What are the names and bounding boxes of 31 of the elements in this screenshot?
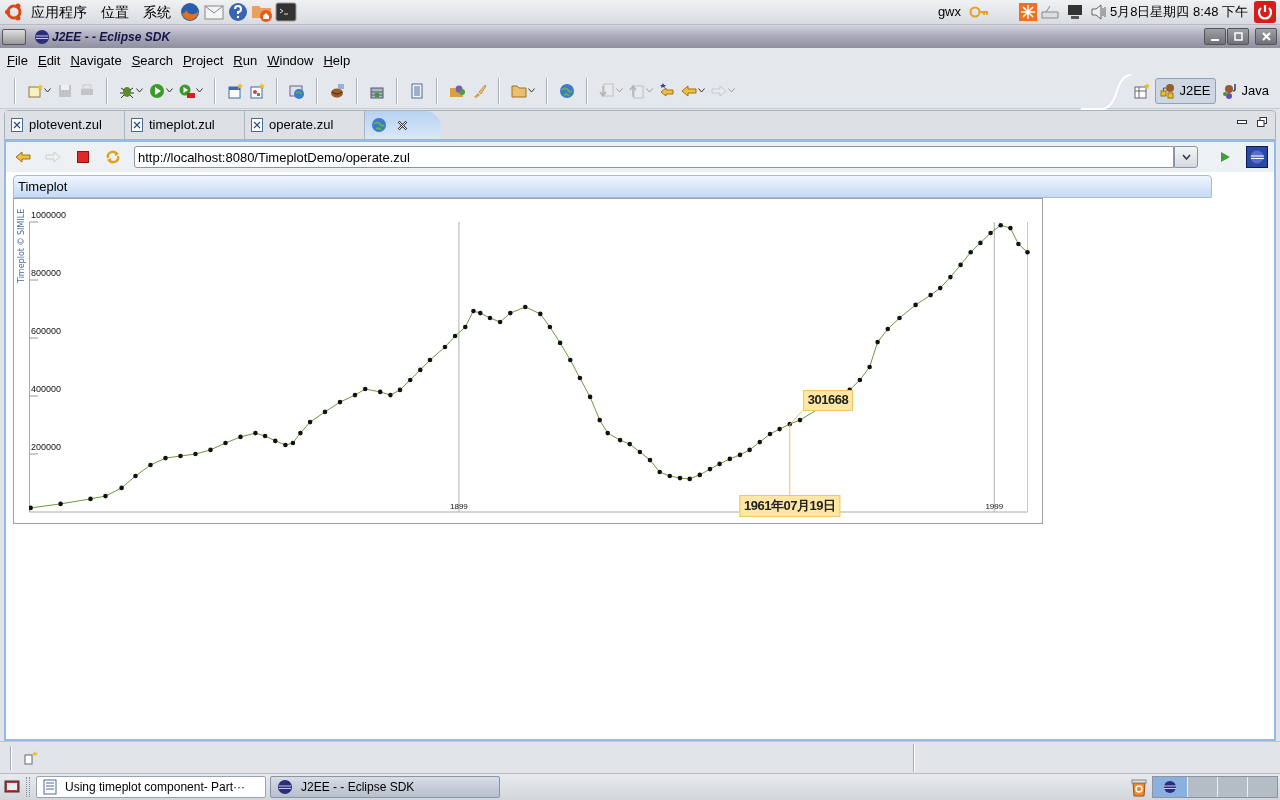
x-tick-label: 1899 xyxy=(450,502,468,511)
menu-item[interactable]: Window xyxy=(263,50,318,71)
taskbar-button[interactable]: J2EE - - Eclipse SDK xyxy=(270,776,500,798)
address-field[interactable]: http://localhost:8080/TimeplotDemo/operate.zul xyxy=(134,146,1174,168)
menu-item[interactable]: Edit xyxy=(33,50,65,71)
window-title: J2EE - - Eclipse SDK xyxy=(52,28,171,46)
panel-menu-item[interactable]: 系统 xyxy=(136,1,178,23)
y-tick-label: 200000 xyxy=(31,442,62,452)
menu-item[interactable]: Navigate xyxy=(66,50,126,71)
panel-header: Timeplot xyxy=(13,175,1212,198)
clock[interactable]: 5月8日星期四 8:48 下午 xyxy=(1110,2,1248,22)
menu-item[interactable]: Help xyxy=(319,50,355,71)
perspective-button[interactable]: Java xyxy=(1217,77,1274,104)
menu-item[interactable]: Search xyxy=(127,50,177,71)
panel-menu-item[interactable]: 应用程序 xyxy=(24,1,94,23)
x-tick-label: 1999 xyxy=(985,502,1004,511)
panel-menu-item[interactable]: 位置 xyxy=(94,1,136,23)
menu-item[interactable]: Run xyxy=(229,50,262,71)
y-tick-label: 600000 xyxy=(31,326,62,336)
date-tooltip: 1961年07月19日 xyxy=(739,495,841,517)
menu-item[interactable]: File xyxy=(3,50,32,71)
perspective-button[interactable]: J2EE xyxy=(1155,77,1216,104)
taskbar-button[interactable]: Using timeplot component- Part··· xyxy=(36,776,266,798)
user-name: gwx xyxy=(937,3,961,22)
y-tick-label: 800000 xyxy=(31,268,62,278)
menu-item[interactable]: Project xyxy=(178,50,228,71)
value-tooltip: 301668 xyxy=(802,389,854,411)
y-tick-label: 400000 xyxy=(31,384,62,394)
editor-tab[interactable]: plotevent.zul xyxy=(5,111,125,139)
credit-text: Timeplot © SIMILE xyxy=(17,208,26,283)
y-tick-label: 1000000 xyxy=(31,210,67,220)
